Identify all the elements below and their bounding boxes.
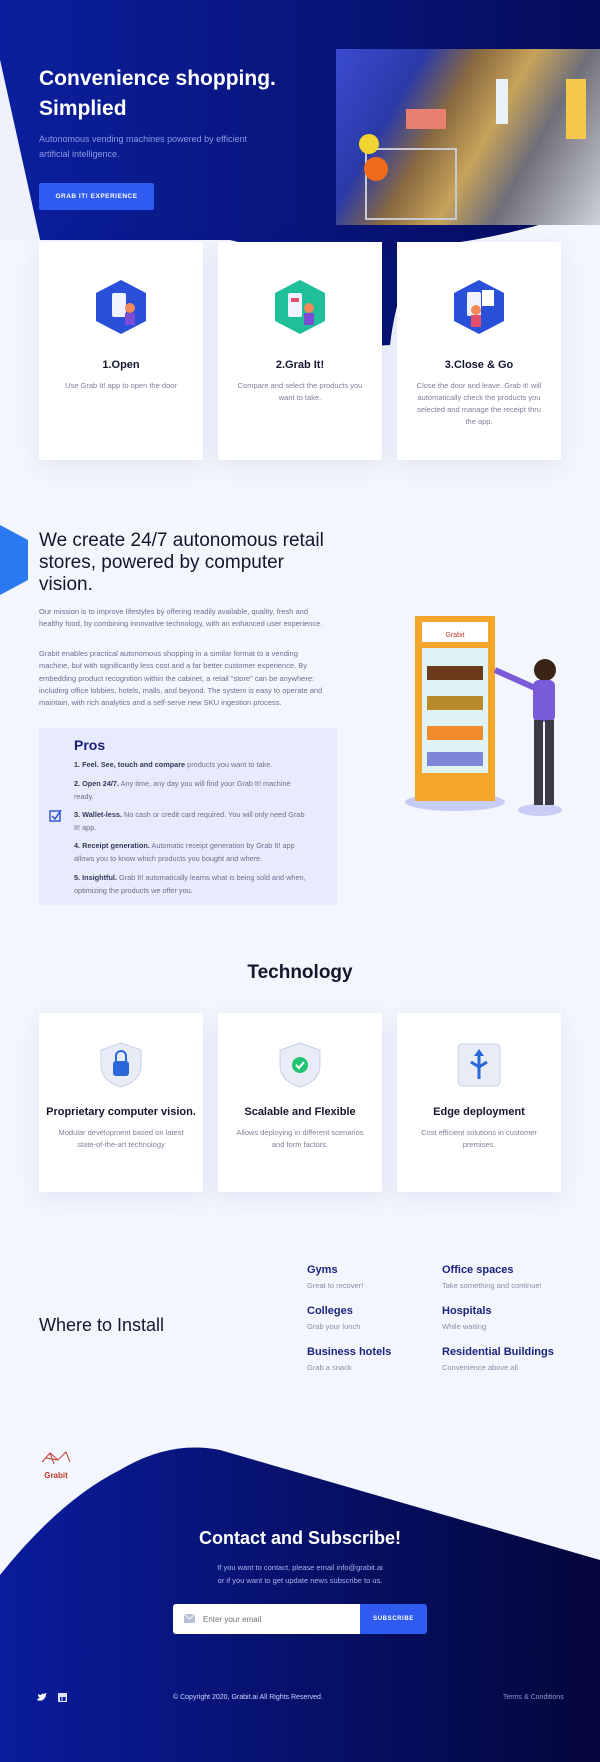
twitter-icon[interactable] [37, 1693, 47, 1702]
receipt-icon [454, 280, 504, 334]
hero-image-shopping-cart [336, 49, 600, 225]
terms-link[interactable]: Terms & Conditions [503, 1694, 564, 1701]
tech-text: Modular development based on latest stat… [58, 1128, 184, 1149]
where-to-install-heading: Where to Install [39, 1315, 165, 1335]
checkbox-icon [49, 809, 62, 822]
hero-subtitle: Autonomous vending machines powered by e… [39, 134, 247, 159]
step-text: Compare and select the products you want… [237, 381, 363, 402]
step-card-open: 1.Open Use Grab It! app to open the door [39, 242, 203, 460]
step-text: Use Grab It! app to open the door [65, 381, 177, 390]
mail-icon [184, 1614, 195, 1623]
step-card-close-go: 3.Close & Go Close the door and leave. Gr… [397, 242, 561, 460]
place-item: Office spaces Take something and continue… [442, 1264, 542, 1290]
place-item: Gyms Great to recover! [307, 1264, 364, 1290]
place-item: Business hotels Grab a snack [307, 1346, 392, 1372]
phone-door-icon [96, 280, 146, 334]
pros-item: 5. Insightful. Grab It! automatically le… [74, 873, 306, 895]
about-paragraph-mission: Our mission is to improve lifestyles by … [39, 607, 323, 629]
tech-title: Edge deployment [433, 1106, 525, 1118]
place-item: Residential Buildings Convenience above a… [442, 1346, 554, 1372]
pros-title: Pros [74, 737, 106, 753]
step-title: 1.Open [102, 359, 140, 371]
step-title: 2.Grab It! [275, 359, 325, 371]
shield-check-icon [279, 1042, 321, 1088]
subscribe-button[interactable]: SUBSCRIBE [360, 1604, 427, 1634]
about-paragraph-grabit: Grabit enables practical autonomous shop… [39, 649, 323, 708]
step-card-grab: 2.Grab It! Compare and select the product… [218, 242, 382, 460]
pros-panel: Pros 1. Feel. See, touch and compare pro… [39, 728, 337, 905]
about-heading: We create 24/7 autonomous retail stores,… [39, 530, 324, 595]
step-title: 3.Close & Go [444, 359, 514, 371]
tech-text: Cost efficient solutions in customer pre… [421, 1128, 537, 1149]
email-input[interactable] [173, 1604, 360, 1634]
vending-machine-illustration: Grabit [405, 616, 562, 816]
contact-heading: Contact and Subscribe! [198, 1528, 402, 1548]
pros-item: 3. Wallet-less. No cash or credit card r… [74, 810, 305, 832]
tech-card-edge: Edge deployment Cost efficient solutions … [397, 1013, 561, 1192]
logo-network-icon [41, 1451, 71, 1465]
step-text: Close the door and leave. Grab it! will … [416, 381, 542, 426]
tech-card-scalable: Scalable and Flexible Allows deploying in… [218, 1013, 382, 1192]
linkedin-icon[interactable] [58, 1693, 67, 1702]
copyright-text: © Copyright 2020, Grabit.ai All Rights R… [173, 1694, 323, 1701]
edge-arrows-icon [457, 1043, 501, 1087]
contact-text: If you want to contact, please email inf… [217, 1563, 383, 1585]
pros-item: 1. Feel. See, touch and compare products… [74, 760, 273, 769]
place-item: Hospitals While waiting [442, 1305, 492, 1331]
pros-item: 2. Open 24/7. Any time, any day you will… [74, 779, 291, 801]
tech-card-computer-vision: Proprietary computer vision. Modular deve… [39, 1013, 203, 1192]
machine-label: Grabit [445, 632, 464, 639]
technology-heading: Technology [247, 962, 353, 983]
tech-title: Proprietary computer vision. [46, 1106, 196, 1118]
grabit-logo[interactable]: Grabit [38, 1450, 74, 1480]
tech-text: Allows deploying in different scenarios … [236, 1128, 364, 1149]
tech-title: Scalable and Flexible [244, 1106, 356, 1118]
place-item: Colleges Grab your lunch [307, 1305, 361, 1331]
shield-lock-icon [100, 1042, 142, 1088]
pros-item: 4. Receipt generation. Automatic receipt… [74, 841, 295, 863]
grab-products-icon [275, 280, 325, 334]
hero-title: Convenience shopping. Simplied [39, 67, 276, 120]
grab-it-experience-button[interactable]: GRAB IT! EXPERIENCE [39, 183, 154, 210]
